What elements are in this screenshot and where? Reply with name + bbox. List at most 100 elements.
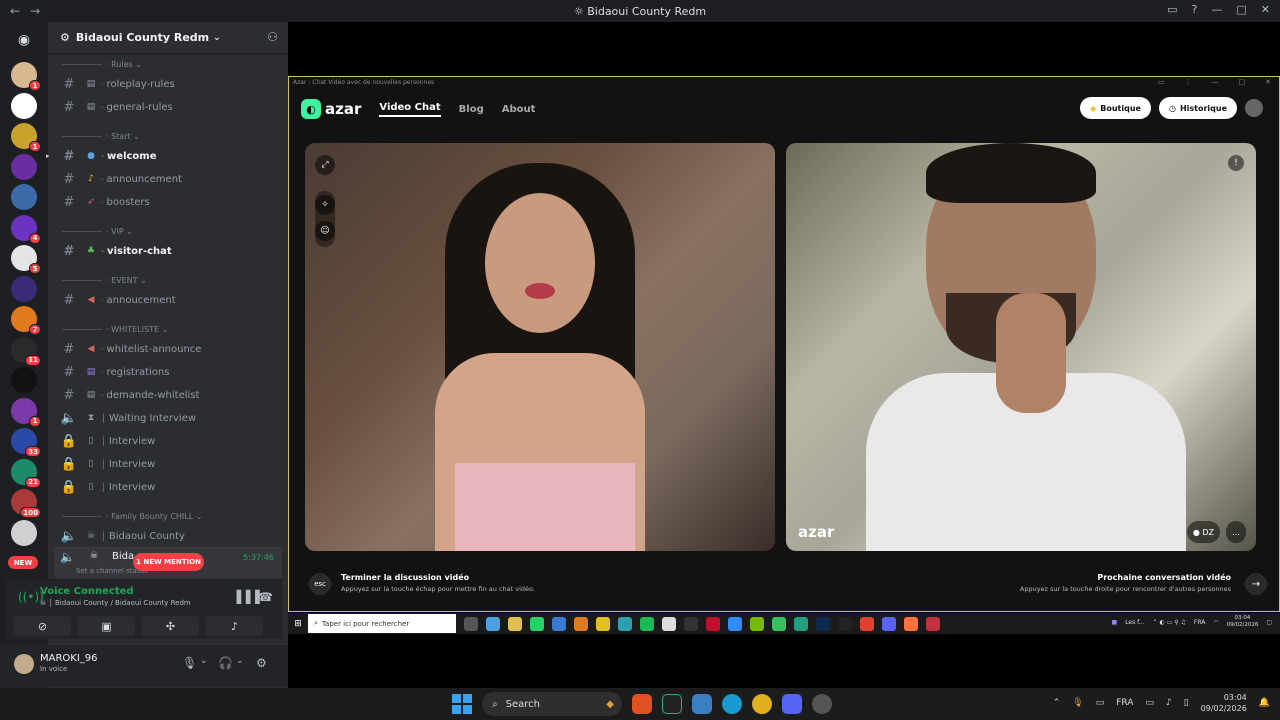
activities-button[interactable]: ✣ bbox=[142, 616, 199, 636]
close-icon[interactable]: ✕ bbox=[1265, 78, 1271, 86]
mic-icon[interactable]: 🎙 bbox=[1072, 698, 1083, 708]
server-7-icon[interactable]: 5 bbox=[11, 245, 41, 274]
mail-icon[interactable] bbox=[552, 616, 566, 631]
notes-icon[interactable] bbox=[662, 616, 676, 631]
category-vip[interactable]: · VIP ⌄ bbox=[48, 227, 288, 236]
app-icon[interactable] bbox=[794, 616, 808, 631]
server-13-icon[interactable]: 33 bbox=[11, 428, 41, 457]
windows-start-icon[interactable] bbox=[452, 694, 472, 714]
server-4-icon[interactable] bbox=[11, 153, 37, 180]
minimize-icon[interactable]: — bbox=[1211, 3, 1222, 16]
channel-demande-whitelist[interactable]: # ▤ · demande-whitelist bbox=[48, 385, 288, 405]
server-14-icon[interactable]: 21 bbox=[11, 458, 41, 488]
task-view-icon[interactable] bbox=[464, 616, 478, 631]
server-8-icon[interactable] bbox=[11, 275, 37, 302]
pip-icon[interactable]: ▭ bbox=[1158, 78, 1165, 86]
channel-announcement[interactable]: # ♪ · announcement bbox=[48, 169, 288, 189]
esc-button[interactable]: esc bbox=[309, 573, 331, 595]
language-indicator[interactable]: FRA bbox=[1116, 698, 1133, 708]
nav-blog[interactable]: Blog bbox=[459, 104, 484, 115]
disconnect-icon[interactable]: ☎ bbox=[258, 590, 273, 604]
battery-icon[interactable]: ▯ bbox=[1184, 698, 1189, 708]
app-icon[interactable] bbox=[632, 694, 652, 714]
nav-video-chat[interactable]: Video Chat bbox=[379, 102, 441, 117]
zoom-icon[interactable] bbox=[728, 616, 742, 631]
maximize-icon[interactable]: □ bbox=[1239, 78, 1246, 86]
help-icon[interactable]: ? bbox=[1192, 3, 1198, 16]
menu-icon[interactable]: ⋮ bbox=[1185, 78, 1192, 86]
server-2-icon[interactable] bbox=[11, 92, 37, 119]
camera-off-button[interactable]: ⊘ bbox=[14, 616, 71, 636]
server-9-icon[interactable]: 7 bbox=[11, 306, 41, 335]
voice-channel-interview-3[interactable]: 🔒 ▯ │ Interview bbox=[48, 477, 288, 497]
streamed-clock[interactable]: 03:04 09/02/2026 bbox=[1227, 615, 1259, 629]
server-6-icon[interactable]: 4 bbox=[11, 214, 41, 244]
app-icon[interactable] bbox=[596, 616, 610, 631]
expand-icon[interactable]: ⤢ bbox=[315, 155, 335, 175]
server-16-icon[interactable] bbox=[11, 519, 37, 546]
notification-bell-icon[interactable]: 🔔 bbox=[1259, 698, 1270, 708]
server-12-icon[interactable]: 1 bbox=[11, 397, 41, 427]
category-whiteliste[interactable]: · WHITELISTE ⌄ bbox=[48, 325, 288, 334]
server-3-icon[interactable]: 1 bbox=[11, 123, 41, 152]
username[interactable]: MAROKI_96 bbox=[40, 653, 98, 664]
guild-header[interactable]: ⚙ Bidaoui County Redm ⌄ ⚇ bbox=[48, 22, 288, 54]
next-arrow-button[interactable]: → bbox=[1245, 573, 1267, 595]
server-11-icon[interactable] bbox=[11, 367, 37, 393]
channel-whitelist-announce[interactable]: # ◀ · whitelist-announce bbox=[48, 339, 288, 359]
store-icon[interactable] bbox=[486, 616, 500, 631]
notification-icon[interactable]: ▢ bbox=[1266, 619, 1272, 626]
nav-about[interactable]: About bbox=[502, 104, 536, 115]
voice-status[interactable]: Voice Connected bbox=[40, 586, 134, 597]
discord-icon[interactable] bbox=[782, 694, 802, 714]
chrome-icon[interactable] bbox=[752, 694, 772, 714]
channel-registrations[interactable]: # ▤ · registrations bbox=[48, 362, 288, 382]
voice-channel-waiting-interview[interactable]: 🔈 ⧗ │ Waiting Interview bbox=[48, 408, 288, 428]
nvidia-icon[interactable] bbox=[750, 616, 764, 631]
avatar[interactable] bbox=[14, 654, 34, 674]
folder-icon[interactable] bbox=[508, 616, 522, 631]
sticker-icon[interactable]: ☺ bbox=[315, 221, 335, 241]
server-1-icon[interactable]: 1 bbox=[11, 62, 41, 91]
tray-icons[interactable]: ⌃ ◐ ▭ ⚲ ♫ bbox=[1153, 619, 1186, 626]
invite-icon[interactable]: ⚇ bbox=[267, 30, 278, 44]
taskbar-search[interactable]: ⌕ Search ◆ bbox=[482, 692, 622, 716]
headphones-icon[interactable]: 🎧 bbox=[218, 656, 233, 670]
play-icon[interactable] bbox=[772, 616, 786, 631]
back-arrow-icon[interactable]: ← bbox=[10, 4, 20, 18]
magic-wand-icon[interactable]: ✧ bbox=[315, 195, 335, 215]
voice-channel-interview-1[interactable]: 🔒 ▯ │ Interview bbox=[48, 431, 288, 451]
whatsapp-icon[interactable] bbox=[530, 616, 544, 631]
app-icon[interactable] bbox=[812, 694, 832, 714]
volume-icon[interactable]: ♪ bbox=[1166, 698, 1172, 708]
azar-logo[interactable]: ◐ azar bbox=[301, 99, 361, 119]
chat-bubble-icon[interactable]: … bbox=[1226, 521, 1246, 543]
channel-general-rules[interactable]: # ▤ · general-rules bbox=[48, 97, 288, 117]
server-5-icon[interactable] bbox=[11, 184, 37, 210]
windows-start-icon[interactable]: ⊞ bbox=[288, 619, 308, 629]
settings-gear-icon[interactable]: ⚙ bbox=[256, 656, 267, 670]
discord-icon[interactable] bbox=[882, 616, 896, 631]
edge-icon[interactable] bbox=[722, 694, 742, 714]
voice-channel-interview-2[interactable]: 🔒 ▯ │ Interview bbox=[48, 454, 288, 474]
channel-visitor-chat[interactable]: # ♣ · visitor-chat bbox=[48, 241, 288, 261]
boutique-button[interactable]: ◆ Boutique bbox=[1080, 97, 1151, 119]
peer-profile-chip[interactable]: ● DZ bbox=[1186, 521, 1220, 543]
category-family-bounty[interactable]: · Family Bounty CHILL ⌄ bbox=[48, 512, 288, 521]
chevron-down-icon[interactable]: ⌄ bbox=[200, 656, 208, 666]
wifi-icon[interactable]: ◠ bbox=[1213, 619, 1218, 626]
spotify-icon[interactable] bbox=[640, 616, 654, 631]
channel-boosters[interactable]: # ➶ · boosters bbox=[48, 192, 288, 212]
network-icon[interactable]: ▭ bbox=[1145, 698, 1154, 708]
mic-icon[interactable]: 🎙 bbox=[182, 656, 197, 670]
teams-icon[interactable]: ■ bbox=[1112, 619, 1118, 626]
edge-icon[interactable] bbox=[618, 616, 632, 631]
chrome-icon[interactable] bbox=[860, 616, 874, 631]
minimize-icon[interactable]: — bbox=[1212, 78, 1219, 86]
forward-arrow-icon[interactable]: → bbox=[30, 4, 40, 18]
photos-icon[interactable] bbox=[692, 694, 712, 714]
chevron-down-icon[interactable]: ⌄ bbox=[236, 656, 244, 666]
close-icon[interactable]: ✕ bbox=[1261, 3, 1270, 16]
discord-home-icon[interactable]: ◉ bbox=[11, 27, 37, 53]
hs-app-icon[interactable] bbox=[662, 694, 682, 714]
